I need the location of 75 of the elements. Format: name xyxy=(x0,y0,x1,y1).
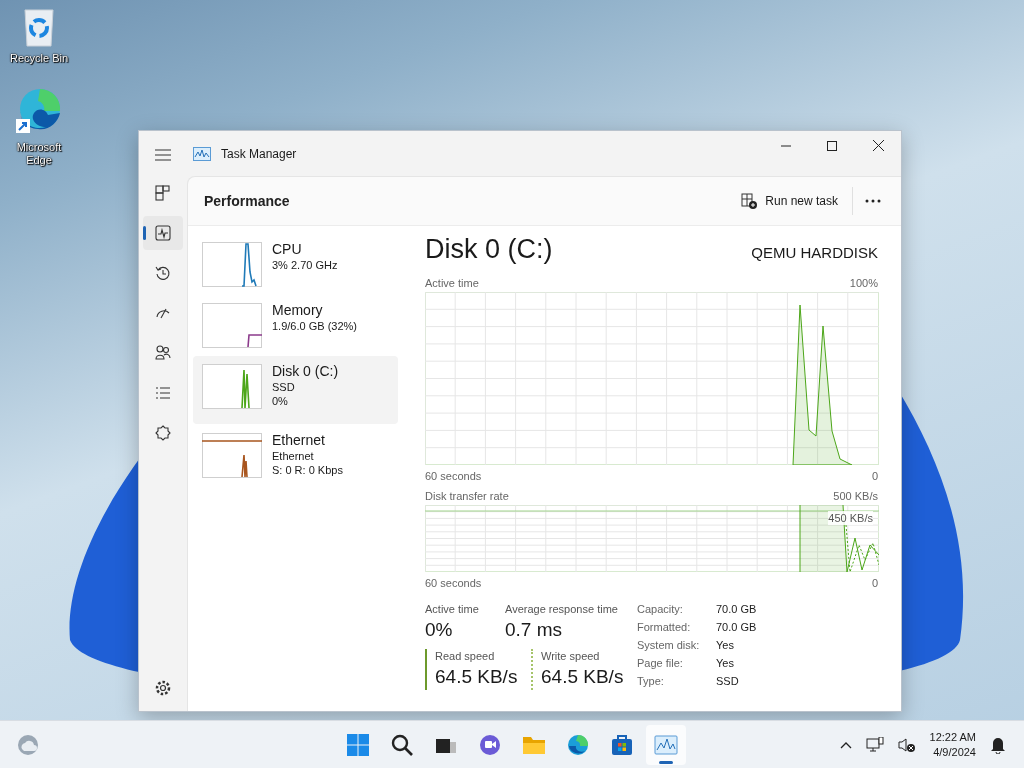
run-new-task-button[interactable]: Run new task xyxy=(735,187,844,215)
four-squares-icon xyxy=(346,733,370,757)
clock-time[interactable]: 12:22 AM xyxy=(929,729,976,745)
device-model: QEMU HARDDISK xyxy=(751,244,878,261)
notification-bell-icon[interactable] xyxy=(990,735,1006,754)
stat-value: 64.5 KB/s xyxy=(541,665,625,689)
device-title: Disk 0 (C:) xyxy=(425,234,553,265)
property-label: Formatted: xyxy=(637,620,692,634)
stat-label: Average response time xyxy=(505,602,618,617)
resource-name: Disk 0 (C:) xyxy=(272,362,339,380)
window-title: Task Manager xyxy=(221,146,297,161)
property-label: Page file: xyxy=(637,656,684,670)
clock-date[interactable]: 4/9/2024 xyxy=(933,744,976,760)
video-chat-icon xyxy=(478,733,502,757)
graph-min-label: 0 xyxy=(871,576,878,590)
network-icon[interactable] xyxy=(865,736,884,753)
property-value: SSD xyxy=(716,674,740,688)
speaker-muted-icon[interactable] xyxy=(897,736,916,753)
close-icon xyxy=(872,140,884,151)
resource-name: Ethernet xyxy=(272,431,326,449)
property-label: System disk: xyxy=(637,638,701,652)
property-value: 70.0 GB xyxy=(716,620,757,634)
resource-detail: Ethernet xyxy=(272,449,315,463)
resource-name: Memory xyxy=(272,301,324,319)
property-label: Capacity: xyxy=(637,602,684,616)
resource-detail: 3% 2.70 GHz xyxy=(272,258,338,272)
time-span-label: 60 seconds xyxy=(425,469,482,483)
add-task-icon xyxy=(741,193,758,209)
people-icon xyxy=(155,345,171,361)
chevron-up-icon[interactable] xyxy=(839,740,852,749)
stat-value: 0.7 ms xyxy=(505,618,564,642)
resource-list-item[interactable]: Disk 0 (C:) SSD 0% xyxy=(193,356,398,424)
mini-graph xyxy=(202,433,262,478)
mini-graph xyxy=(202,303,262,348)
resource-detail: S: 0 R: 0 Kbps xyxy=(272,463,343,477)
page-title: Performance xyxy=(204,193,290,209)
resource-list-item[interactable]: Ethernet Ethernet S: 0 R: 0 Kbps xyxy=(193,425,398,485)
stat-label: Active time xyxy=(425,602,480,617)
resource-detail: SSD xyxy=(272,380,296,394)
resource-list-item[interactable]: Memory 1.9/6.0 GB (32%) xyxy=(193,295,398,355)
mini-graph xyxy=(202,364,262,409)
graph-marker-label: 450 KB/s xyxy=(828,511,873,525)
stat-value: 0% xyxy=(425,618,454,642)
graph-label: Disk transfer rate xyxy=(425,489,509,503)
stat-label: Read speed xyxy=(435,649,496,664)
line-chart-icon xyxy=(193,146,211,161)
resource-list-item[interactable]: CPU 3% 2.70 GHz xyxy=(193,234,398,294)
shopping-bag-icon xyxy=(610,733,634,757)
browser-swirl-icon xyxy=(566,733,590,757)
gear-outline-icon xyxy=(155,425,171,441)
graph-max-label: 100% xyxy=(849,276,878,290)
recycle-bin-icon[interactable] xyxy=(22,8,56,48)
history-icon xyxy=(155,265,171,281)
search-icon xyxy=(390,733,414,757)
property-value: Yes xyxy=(716,656,735,670)
property-value: Yes xyxy=(716,638,735,652)
graph-min-label: 0 xyxy=(871,469,878,483)
graph-max-label: 500 KB/s xyxy=(833,489,878,503)
pulse-chart-icon xyxy=(155,225,171,241)
resource-detail: 0% xyxy=(272,394,289,408)
stat-label: Write speed xyxy=(541,649,601,664)
time-span-label: 60 seconds xyxy=(425,576,482,590)
stat-value: 64.5 KB/s xyxy=(435,665,519,689)
task-manager-taskbar-button[interactable] xyxy=(646,725,686,765)
graph-label: Active time xyxy=(425,276,479,290)
property-label: Type: xyxy=(637,674,665,688)
maximize-icon xyxy=(827,140,837,151)
line-chart-icon xyxy=(654,733,678,757)
resource-name: CPU xyxy=(272,240,303,258)
performance-nav-button[interactable] xyxy=(143,216,183,250)
list-icon xyxy=(155,385,171,401)
grid-icon xyxy=(155,185,171,201)
property-value: 70.0 GB xyxy=(716,602,757,616)
resource-detail: 1.9/6.0 GB (32%) xyxy=(272,319,357,333)
mini-graph xyxy=(202,242,262,287)
